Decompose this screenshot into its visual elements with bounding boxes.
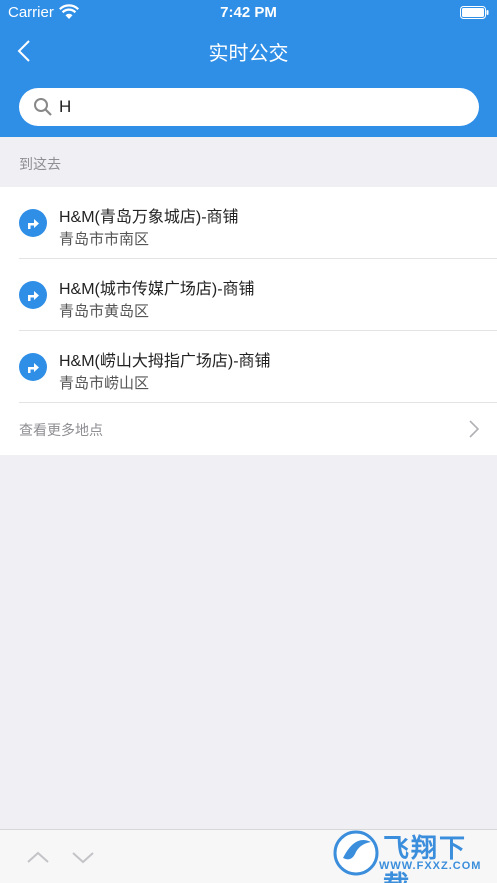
list-item[interactable]: H&M(青岛万象城店)-商铺 青岛市市南区 bbox=[0, 187, 497, 259]
directions-icon bbox=[19, 281, 47, 309]
watermark-text: 飞翔下载 bbox=[383, 833, 468, 883]
search-input[interactable] bbox=[59, 88, 459, 126]
result-title: H&M(崂山大拇指广场店)-商铺 bbox=[59, 353, 271, 370]
result-subtitle: 青岛市黄岛区 bbox=[59, 303, 150, 320]
status-bar: Carrier 7:42 PM bbox=[0, 0, 497, 26]
results-list: H&M(青岛万象城店)-商铺 青岛市市南区 H&M(城市传媒广场店)-商铺 青岛… bbox=[0, 187, 497, 455]
more-places-button[interactable]: 查看更多地点 bbox=[0, 403, 497, 455]
list-item[interactable]: H&M(城市传媒广场店)-商铺 青岛市黄岛区 bbox=[0, 259, 497, 331]
result-subtitle: 青岛市市南区 bbox=[59, 231, 150, 248]
chevron-up-icon[interactable] bbox=[26, 845, 50, 869]
status-time: 7:42 PM bbox=[220, 4, 277, 21]
watermark-icon bbox=[333, 830, 379, 876]
section-label: 到这去 bbox=[19, 156, 61, 172]
chevron-down-icon[interactable] bbox=[71, 845, 95, 869]
battery-icon bbox=[460, 6, 489, 19]
search-icon bbox=[34, 98, 52, 116]
directions-icon bbox=[19, 353, 47, 381]
directions-icon bbox=[19, 209, 47, 237]
result-title: H&M(城市传媒广场店)-商铺 bbox=[59, 281, 255, 298]
watermark-logo: 飞翔下载 WWW.FXXZ.COM bbox=[333, 826, 493, 883]
result-subtitle: 青岛市崂山区 bbox=[59, 375, 150, 392]
search-bar[interactable] bbox=[19, 88, 479, 126]
list-item[interactable]: H&M(崂山大拇指广场店)-商铺 青岛市崂山区 bbox=[0, 331, 497, 403]
more-places-label: 查看更多地点 bbox=[19, 422, 103, 438]
chevron-right-icon bbox=[469, 420, 479, 438]
result-title: H&M(青岛万象城店)-商铺 bbox=[59, 209, 239, 226]
watermark-url: WWW.FXXZ.COM bbox=[379, 860, 482, 872]
header-bar: Carrier 7:42 PM 实时公交 bbox=[0, 0, 497, 137]
page-title: 实时公交 bbox=[208, 43, 289, 65]
